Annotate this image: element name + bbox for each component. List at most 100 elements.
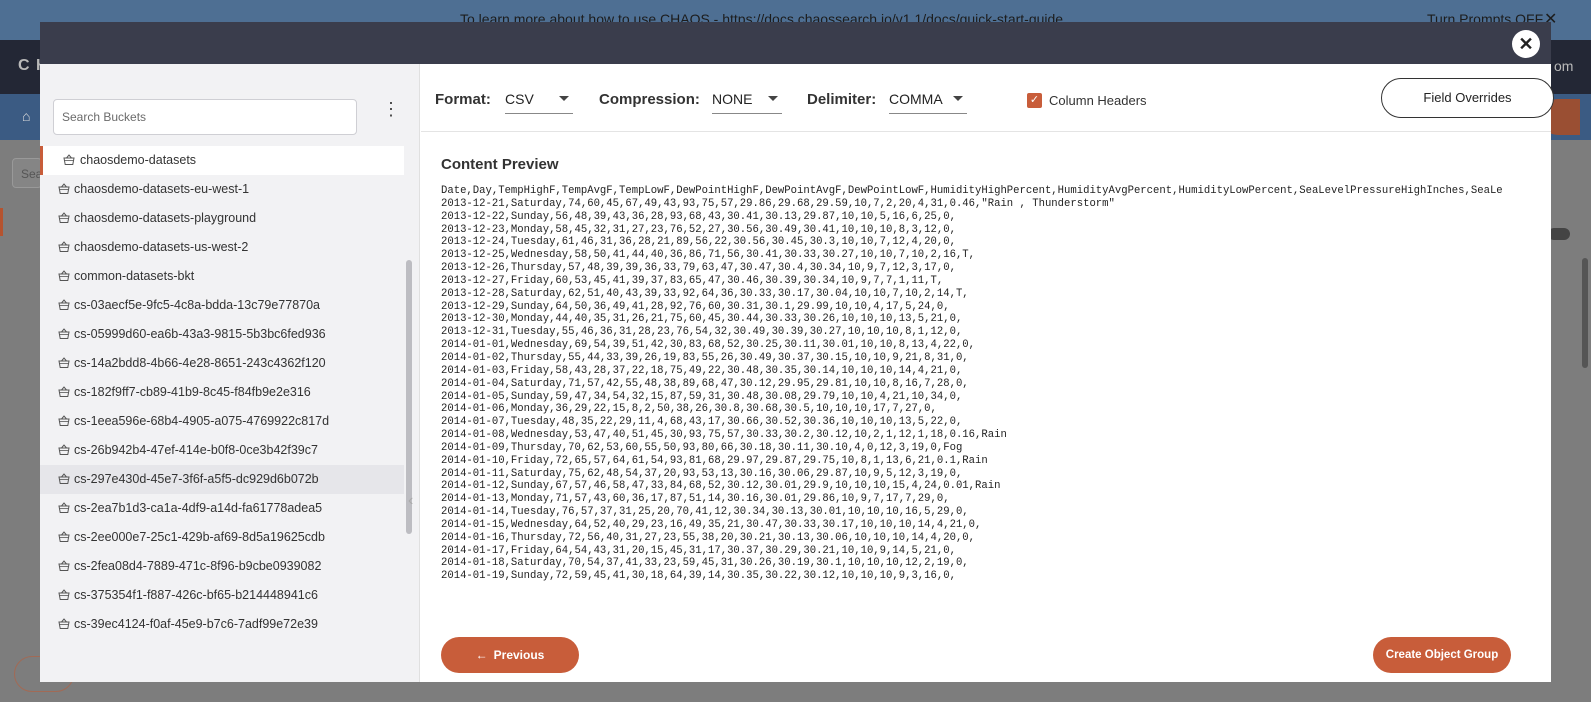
compression-select[interactable]: NONE (712, 84, 782, 114)
bucket-item[interactable]: cs-2ea7b1d3-ca1a-4df9-a14d-fa61778adea5 (40, 494, 404, 523)
bucket-item[interactable]: cs-39ec4124-f0af-45e9-b7c6-7adf99e72e39 (40, 610, 404, 639)
bucket-item[interactable]: cs-26b942b4-47ef-414e-b0f8-0ce3b42f39c7 (40, 436, 404, 465)
format-label: Format: (435, 91, 491, 108)
arrow-left-icon: ← (475, 648, 488, 662)
bucket-item[interactable]: common-datasets-bkt (40, 262, 404, 291)
chevron-down-icon (559, 96, 569, 101)
preview-line: Date,Day,TempHighF,TempAvgF,TempLowF,Dew… (441, 185, 1503, 197)
main-panel: Format: CSV Compression: NONE Delimiter:… (421, 64, 1554, 682)
bucket-label: chaosdemo-datasets-eu-west-1 (74, 182, 250, 196)
bucket-icon (58, 560, 70, 572)
search-buckets-input[interactable] (53, 99, 357, 135)
bucket-label: cs-2fea08d4-7889-471c-8f96-b9cbe0939082 (74, 559, 322, 573)
preview-line: 2014-01-04,Saturday,71,57,42,55,48,38,89… (441, 377, 969, 390)
preview-line: 2013-12-26,Thursday,57,48,39,39,36,33,79… (441, 262, 956, 275)
bucket-icon (58, 328, 70, 340)
bucket-item[interactable]: chaosdemo-datasets-eu-west-1 (40, 175, 404, 204)
background-toggle (1548, 228, 1570, 240)
background-search-input: Sea (12, 158, 42, 188)
bucket-icon (58, 444, 70, 456)
preview-line: 2013-12-29,Sunday,64,50,36,49,41,28,92,7… (441, 300, 950, 313)
preview-line: 2013-12-31,Tuesday,55,46,36,31,28,23,76,… (441, 326, 963, 339)
preview-line: 2013-12-27,Friday,60,53,45,41,39,37,83,6… (441, 274, 944, 287)
preview-line: 2014-01-01,Wednesday,69,54,39,51,42,30,8… (441, 339, 976, 352)
background-scrollbar (1582, 258, 1588, 368)
bucket-label: chaosdemo-datasets-us-west-2 (74, 240, 249, 254)
delimiter-select[interactable]: COMMA (889, 84, 967, 114)
format-toolbar: Format: CSV Compression: NONE Delimiter:… (421, 64, 1554, 132)
column-headers-label[interactable]: Column Headers (1049, 93, 1147, 108)
home-icon[interactable]: ⌂ (22, 108, 36, 124)
background-selected-indicator (0, 208, 3, 236)
previous-button[interactable]: ← Previous (441, 637, 579, 673)
more-options-icon[interactable]: ⋮ (382, 100, 400, 128)
preview-line: 2014-01-19,Sunday,72,59,45,41,30,18,64,3… (441, 570, 956, 583)
bucket-item[interactable]: cs-375354f1-f887-426c-bf65-b214448941c6 (40, 581, 404, 610)
bucket-icon (58, 415, 70, 427)
preview-line: 2014-01-15,Wednesday,64,52,40,29,23,16,4… (441, 518, 982, 531)
preview-line: 2014-01-06,Monday,36,29,22,15,8,2,50,38,… (441, 403, 937, 416)
preview-line: 2013-12-28,Saturday,62,51,40,43,39,33,92… (441, 287, 969, 300)
bucket-sidebar: ⋮ chaosdemo-datasets chaosdemo-datasets-e… (40, 64, 420, 682)
bucket-icon (58, 241, 70, 253)
bucket-icon (58, 357, 70, 369)
preview-line: 2014-01-07,Tuesday,48,35,22,29,11,4,68,4… (441, 416, 963, 429)
bucket-label: chaosdemo-datasets-playground (74, 211, 257, 225)
create-object-group-button[interactable]: Create Object Group (1373, 637, 1511, 673)
format-select[interactable]: CSV (505, 84, 573, 114)
bucket-item[interactable]: chaosdemo-datasets-us-west-2 (40, 233, 404, 262)
content-preview-text: Date,Day,TempHighF,TempAvgF,TempLowF,Dew… (441, 185, 1533, 605)
bucket-label: cs-14a2bdd8-4b66-4e28-8651-243c4362f120 (74, 356, 326, 370)
bucket-item[interactable]: cs-05999d60-ea6b-43a3-9815-5b3bc6fed936 (40, 320, 404, 349)
bucket-label: cs-39ec4124-f0af-45e9-b7c6-7adf99e72e39 (74, 617, 318, 631)
format-value: CSV (505, 91, 534, 107)
bucket-item[interactable]: cs-2ee000e7-25c1-429b-af69-8d5a19625cdb (40, 523, 404, 552)
preview-line: 2014-01-02,Thursday,55,44,33,39,26,19,83… (441, 351, 969, 364)
preview-line: 2014-01-10,Friday,72,65,57,64,61,54,93,8… (441, 454, 988, 467)
preview-line: 2013-12-24,Tuesday,61,46,31,36,28,21,89,… (441, 236, 956, 249)
preview-line: 2014-01-14,Tuesday,76,57,37,31,25,20,70,… (441, 506, 969, 519)
bucket-icon (58, 531, 70, 543)
column-headers-checkbox[interactable]: ✓ (1027, 93, 1042, 108)
bucket-item[interactable]: chaosdemo-datasets (40, 146, 404, 175)
bucket-label: cs-182f9ff7-cb89-41b9-8c45-f84fb9e2e316 (74, 385, 311, 399)
bucket-icon (58, 299, 70, 311)
preview-line: 2014-01-16,Thursday,72,56,40,31,27,23,55… (441, 531, 976, 544)
bucket-label: cs-2ea7b1d3-ca1a-4df9-a14d-fa61778adea5 (74, 501, 323, 515)
close-icon[interactable]: ✕ (1512, 30, 1540, 58)
bucket-list: chaosdemo-datasets chaosdemo-datasets-eu-… (40, 146, 404, 639)
bucket-icon (58, 270, 70, 282)
bucket-icon (58, 212, 70, 224)
bucket-label: cs-375354f1-f887-426c-bf65-b214448941c6 (74, 588, 318, 602)
compression-label: Compression: (599, 91, 700, 108)
bucket-icon (58, 502, 70, 514)
bucket-item[interactable]: cs-1eea596e-68b4-4905-a075-4769922c817d (40, 407, 404, 436)
bucket-item[interactable]: cs-297e430d-45e7-3f6f-a5f5-dc929d6b072b (40, 465, 404, 494)
bucket-label: cs-2ee000e7-25c1-429b-af69-8d5a19625cdb (74, 530, 325, 544)
delimiter-label: Delimiter: (807, 91, 877, 108)
bucket-item[interactable]: cs-2fea08d4-7889-471c-8f96-b9cbe0939082 (40, 552, 404, 581)
bucket-icon (58, 618, 70, 630)
bucket-item[interactable]: cs-182f9ff7-cb89-41b9-8c45-f84fb9e2e316 (40, 378, 404, 407)
header-user-text: om (1554, 58, 1574, 74)
preview-line: 2013-12-21,Saturday,74,60,45,67,49,43,93… (441, 197, 1115, 210)
modal-title-bar: ✕ (40, 22, 1551, 64)
bucket-icon (58, 473, 70, 485)
preview-line: 2014-01-12,Sunday,67,57,46,58,47,33,84,6… (441, 480, 1001, 493)
bucket-item[interactable]: cs-14a2bdd8-4b66-4e28-8651-243c4362f120 (40, 349, 404, 378)
bucket-item[interactable]: chaosdemo-datasets-playground (40, 204, 404, 233)
preview-line: 2013-12-30,Monday,44,40,35,31,26,21,75,6… (441, 313, 963, 326)
preview-line: 2014-01-08,Wednesday,53,47,40,51,45,30,9… (441, 429, 1007, 442)
preview-line: 2013-12-23,Monday,58,45,32,31,27,23,76,5… (441, 223, 956, 236)
preview-line: 2014-01-03,Friday,58,43,28,37,22,18,75,4… (441, 364, 963, 377)
chevron-down-icon (953, 96, 963, 101)
bucket-label: cs-297e430d-45e7-3f6f-a5f5-dc929d6b072b (74, 472, 319, 486)
bucket-label: chaosdemo-datasets (80, 153, 197, 167)
bucket-item[interactable]: cs-03aecf5e-9fc5-4c8a-bdda-13c79e77870a (40, 291, 404, 320)
field-overrides-button[interactable]: Field Overrides (1381, 78, 1554, 118)
preview-line: 2014-01-18,Saturday,70,54,37,41,33,23,59… (441, 557, 969, 570)
preview-line: 2013-12-25,Wednesday,58,50,41,44,40,36,8… (441, 249, 976, 262)
collapse-sidebar-icon[interactable]: ‹ (408, 492, 413, 510)
bucket-label: common-datasets-bkt (74, 269, 195, 283)
preview-line: 2013-12-22,Sunday,56,48,39,43,36,28,93,6… (441, 210, 956, 223)
